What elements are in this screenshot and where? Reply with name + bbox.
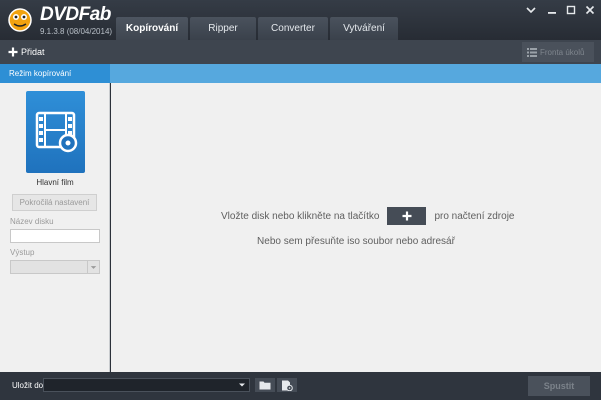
source-drop-area[interactable]: Vložte disk nebo klikněte na tlačítko pr… [111, 83, 601, 372]
load-source-prompt: Vložte disk nebo klikněte na tlačítko pr… [221, 207, 515, 225]
main-movie-label: Hlavní film [36, 178, 74, 187]
copy-mode-selector[interactable]: Režim kopírování [0, 64, 110, 83]
output-select[interactable] [10, 260, 100, 274]
main-movie-mode-tile[interactable] [26, 91, 85, 173]
output-label: Výstup [10, 248, 35, 257]
task-queue-button[interactable]: Fronta úkolů [522, 42, 594, 62]
browse-folder-button[interactable] [255, 378, 275, 392]
menu-icon[interactable] [524, 4, 538, 16]
tab-vytvareni[interactable]: Vytváření [330, 17, 398, 40]
maximize-icon[interactable] [564, 4, 578, 16]
disc-name-label: Název disku [10, 217, 54, 226]
list-icon [527, 47, 537, 57]
minimize-icon[interactable] [545, 4, 559, 16]
plus-icon [8, 47, 18, 57]
load-source-button[interactable] [387, 207, 427, 225]
film-reel-icon [35, 111, 78, 153]
app-version: 9.1.3.8 (08/04/2014) [40, 27, 113, 36]
advanced-settings-button[interactable]: Pokročilá nastavení [12, 194, 97, 211]
close-icon[interactable] [583, 4, 597, 16]
copy-mode-label: Režim kopírování [9, 69, 72, 78]
add-button-label: Přidat [21, 47, 45, 57]
start-button[interactable]: Spustit [528, 376, 590, 396]
start-button-label: Spustit [543, 381, 575, 391]
save-to-label: Uložit do: [12, 381, 46, 390]
disc-name-input[interactable] [10, 229, 100, 243]
sidebar: Hlavní film Pokročilá nastavení Název di… [0, 83, 110, 372]
mode-bar: Režim kopírování [0, 64, 601, 83]
title-bar: DVDFab 9.1.3.8 (08/04/2014) Kopírování R… [0, 0, 601, 40]
task-queue-label: Fronta úkolů [540, 47, 585, 57]
drag-hint-text: Nebo sem přesuňte iso soubor nebo adresá… [257, 236, 455, 247]
toolbar: Přidat Fronta úkolů [0, 40, 601, 64]
prompt-text-before: Vložte disk nebo klikněte na tlačítko [221, 210, 380, 222]
app-logo: DVDFab 9.1.3.8 (08/04/2014) [4, 4, 124, 38]
tab-converter[interactable]: Converter [258, 17, 328, 40]
advanced-settings-label: Pokročilá nastavení [19, 198, 90, 207]
iso-file-icon [282, 380, 293, 391]
bottom-bar: Uložit do: Spustit [0, 372, 601, 400]
logo-wordmark: DVDFab [40, 4, 111, 25]
prompt-text-after: pro načtení zdroje [434, 210, 515, 222]
save-as-iso-button[interactable] [277, 378, 297, 392]
chevron-down-icon [87, 261, 97, 273]
tab-ripper[interactable]: Ripper [190, 17, 256, 40]
save-to-select[interactable] [43, 378, 250, 392]
logo-emblem-icon [8, 8, 32, 32]
tab-kopirovani[interactable]: Kopírování [116, 17, 188, 40]
main-tabs: Kopírování Ripper Converter Vytváření [116, 17, 398, 40]
add-button[interactable]: Přidat [8, 42, 54, 62]
chevron-down-icon [239, 383, 245, 387]
plus-icon [402, 211, 412, 221]
folder-icon [259, 381, 271, 390]
